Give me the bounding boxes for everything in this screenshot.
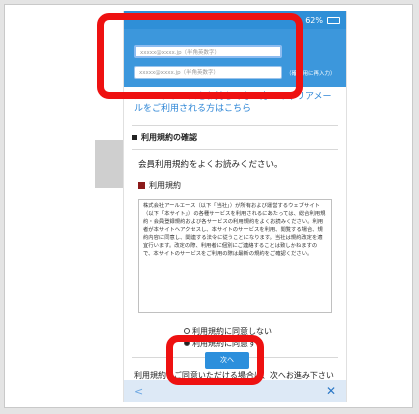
terms-header: 利用規約 bbox=[124, 170, 346, 191]
battery-icon bbox=[327, 16, 340, 24]
highlight-next-button bbox=[166, 335, 264, 385]
highlight-email-fields bbox=[97, 13, 303, 99]
terms-title: 利用規約 bbox=[149, 181, 181, 190]
terms-scrollbox[interactable]: 株式会社アールエース（以下「当社」）が所有および運営するウェブサイト（以下「本サ… bbox=[138, 199, 332, 313]
side-tab bbox=[95, 140, 123, 188]
close-icon[interactable]: ✕ bbox=[326, 384, 336, 398]
section-bullet-icon bbox=[132, 135, 137, 140]
read-prompt: 会員利用規約をよくお読みください。 bbox=[138, 160, 283, 170]
chevron-left-icon[interactable]: < bbox=[134, 385, 143, 398]
battery-percent: 62% bbox=[305, 15, 323, 25]
section-title: 利用規約の確認 bbox=[141, 133, 197, 142]
radio-circle-icon bbox=[184, 328, 190, 334]
terms-square-icon bbox=[138, 182, 145, 189]
section-header: 利用規約の確認 bbox=[132, 125, 338, 143]
